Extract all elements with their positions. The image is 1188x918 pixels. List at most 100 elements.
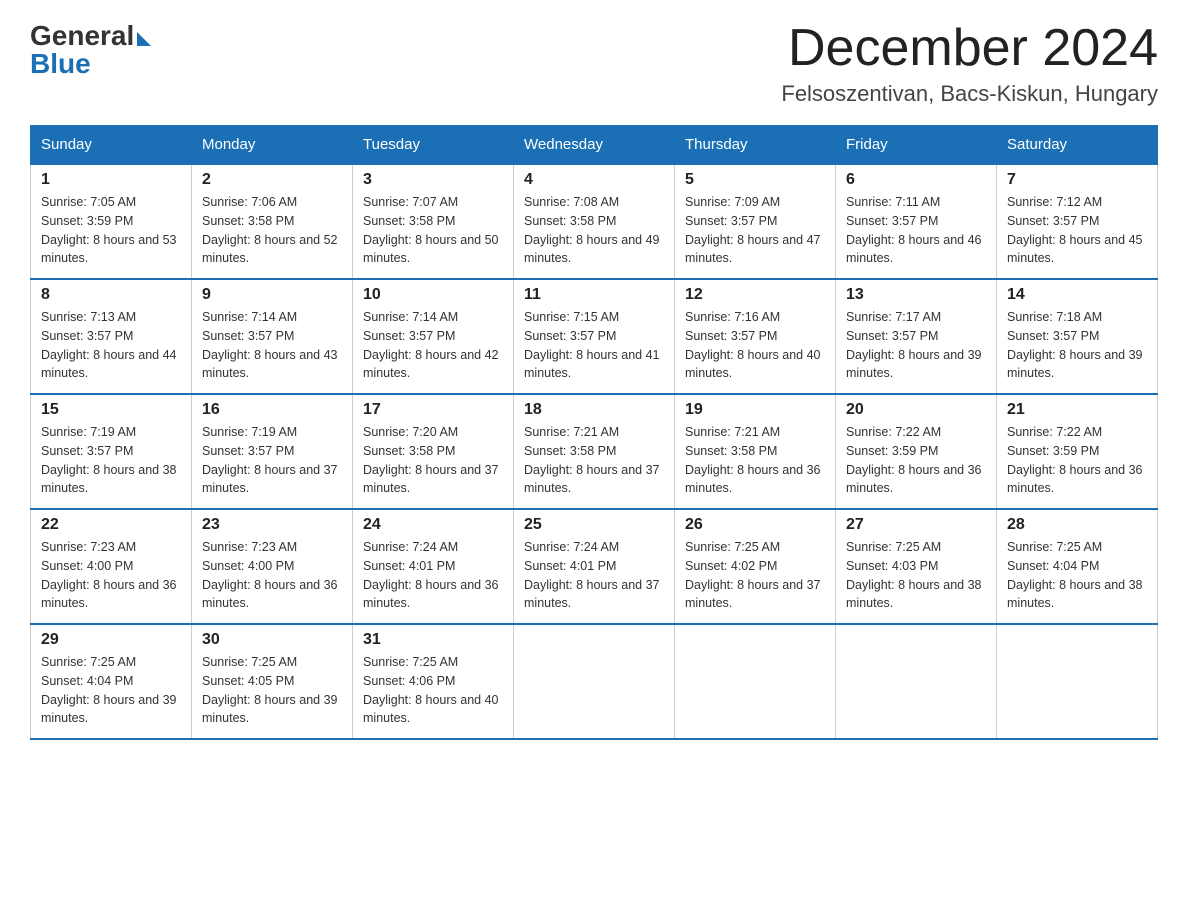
col-wednesday: Wednesday xyxy=(514,126,675,165)
title-section: December 2024 Felsoszentivan, Bacs-Kisku… xyxy=(781,20,1158,107)
col-friday: Friday xyxy=(836,126,997,165)
calendar-table: Sunday Monday Tuesday Wednesday Thursday… xyxy=(30,125,1158,740)
day-info: Sunrise: 7:12 AMSunset: 3:57 PMDaylight:… xyxy=(1007,193,1147,268)
day-number: 30 xyxy=(202,631,342,649)
col-saturday: Saturday xyxy=(997,126,1158,165)
calendar-week-row: 29 Sunrise: 7:25 AMSunset: 4:04 PMDaylig… xyxy=(31,624,1158,739)
table-row: 2 Sunrise: 7:06 AMSunset: 3:58 PMDayligh… xyxy=(192,164,353,279)
calendar-week-row: 1 Sunrise: 7:05 AMSunset: 3:59 PMDayligh… xyxy=(31,164,1158,279)
day-number: 31 xyxy=(363,631,503,649)
day-number: 23 xyxy=(202,516,342,534)
table-row: 9 Sunrise: 7:14 AMSunset: 3:57 PMDayligh… xyxy=(192,279,353,394)
calendar-header-row: Sunday Monday Tuesday Wednesday Thursday… xyxy=(31,126,1158,165)
day-number: 4 xyxy=(524,171,664,189)
table-row: 15 Sunrise: 7:19 AMSunset: 3:57 PMDaylig… xyxy=(31,394,192,509)
day-number: 13 xyxy=(846,286,986,304)
day-info: Sunrise: 7:25 AMSunset: 4:05 PMDaylight:… xyxy=(202,653,342,728)
table-row: 5 Sunrise: 7:09 AMSunset: 3:57 PMDayligh… xyxy=(675,164,836,279)
table-row: 23 Sunrise: 7:23 AMSunset: 4:00 PMDaylig… xyxy=(192,509,353,624)
table-row: 27 Sunrise: 7:25 AMSunset: 4:03 PMDaylig… xyxy=(836,509,997,624)
table-row: 29 Sunrise: 7:25 AMSunset: 4:04 PMDaylig… xyxy=(31,624,192,739)
day-info: Sunrise: 7:08 AMSunset: 3:58 PMDaylight:… xyxy=(524,193,664,268)
day-info: Sunrise: 7:22 AMSunset: 3:59 PMDaylight:… xyxy=(1007,423,1147,498)
day-number: 10 xyxy=(363,286,503,304)
day-number: 17 xyxy=(363,401,503,419)
day-info: Sunrise: 7:23 AMSunset: 4:00 PMDaylight:… xyxy=(41,538,181,613)
table-row: 31 Sunrise: 7:25 AMSunset: 4:06 PMDaylig… xyxy=(353,624,514,739)
day-number: 8 xyxy=(41,286,181,304)
day-number: 18 xyxy=(524,401,664,419)
col-monday: Monday xyxy=(192,126,353,165)
day-number: 22 xyxy=(41,516,181,534)
calendar-week-row: 15 Sunrise: 7:19 AMSunset: 3:57 PMDaylig… xyxy=(31,394,1158,509)
day-info: Sunrise: 7:07 AMSunset: 3:58 PMDaylight:… xyxy=(363,193,503,268)
day-number: 9 xyxy=(202,286,342,304)
day-info: Sunrise: 7:11 AMSunset: 3:57 PMDaylight:… xyxy=(846,193,986,268)
table-row: 11 Sunrise: 7:15 AMSunset: 3:57 PMDaylig… xyxy=(514,279,675,394)
day-info: Sunrise: 7:25 AMSunset: 4:04 PMDaylight:… xyxy=(1007,538,1147,613)
day-info: Sunrise: 7:21 AMSunset: 3:58 PMDaylight:… xyxy=(685,423,825,498)
day-info: Sunrise: 7:15 AMSunset: 3:57 PMDaylight:… xyxy=(524,308,664,383)
day-info: Sunrise: 7:06 AMSunset: 3:58 PMDaylight:… xyxy=(202,193,342,268)
table-row: 12 Sunrise: 7:16 AMSunset: 3:57 PMDaylig… xyxy=(675,279,836,394)
day-info: Sunrise: 7:05 AMSunset: 3:59 PMDaylight:… xyxy=(41,193,181,268)
table-row: 17 Sunrise: 7:20 AMSunset: 3:58 PMDaylig… xyxy=(353,394,514,509)
day-number: 21 xyxy=(1007,401,1147,419)
day-number: 12 xyxy=(685,286,825,304)
col-thursday: Thursday xyxy=(675,126,836,165)
table-row: 20 Sunrise: 7:22 AMSunset: 3:59 PMDaylig… xyxy=(836,394,997,509)
day-number: 26 xyxy=(685,516,825,534)
day-number: 3 xyxy=(363,171,503,189)
day-info: Sunrise: 7:19 AMSunset: 3:57 PMDaylight:… xyxy=(41,423,181,498)
day-info: Sunrise: 7:14 AMSunset: 3:57 PMDaylight:… xyxy=(363,308,503,383)
day-number: 14 xyxy=(1007,286,1147,304)
day-number: 11 xyxy=(524,286,664,304)
table-row: 16 Sunrise: 7:19 AMSunset: 3:57 PMDaylig… xyxy=(192,394,353,509)
table-row: 1 Sunrise: 7:05 AMSunset: 3:59 PMDayligh… xyxy=(31,164,192,279)
logo-triangle-icon xyxy=(137,32,151,46)
day-number: 28 xyxy=(1007,516,1147,534)
table-row: 22 Sunrise: 7:23 AMSunset: 4:00 PMDaylig… xyxy=(31,509,192,624)
day-number: 1 xyxy=(41,171,181,189)
table-row: 30 Sunrise: 7:25 AMSunset: 4:05 PMDaylig… xyxy=(192,624,353,739)
table-row xyxy=(836,624,997,739)
table-row xyxy=(514,624,675,739)
day-info: Sunrise: 7:14 AMSunset: 3:57 PMDaylight:… xyxy=(202,308,342,383)
table-row: 14 Sunrise: 7:18 AMSunset: 3:57 PMDaylig… xyxy=(997,279,1158,394)
day-info: Sunrise: 7:24 AMSunset: 4:01 PMDaylight:… xyxy=(524,538,664,613)
day-info: Sunrise: 7:25 AMSunset: 4:02 PMDaylight:… xyxy=(685,538,825,613)
day-number: 29 xyxy=(41,631,181,649)
day-info: Sunrise: 7:24 AMSunset: 4:01 PMDaylight:… xyxy=(363,538,503,613)
location-title: Felsoszentivan, Bacs-Kiskun, Hungary xyxy=(781,81,1158,107)
day-number: 15 xyxy=(41,401,181,419)
table-row: 13 Sunrise: 7:17 AMSunset: 3:57 PMDaylig… xyxy=(836,279,997,394)
day-number: 27 xyxy=(846,516,986,534)
day-info: Sunrise: 7:25 AMSunset: 4:04 PMDaylight:… xyxy=(41,653,181,728)
day-info: Sunrise: 7:22 AMSunset: 3:59 PMDaylight:… xyxy=(846,423,986,498)
table-row: 26 Sunrise: 7:25 AMSunset: 4:02 PMDaylig… xyxy=(675,509,836,624)
day-number: 6 xyxy=(846,171,986,189)
col-tuesday: Tuesday xyxy=(353,126,514,165)
table-row: 8 Sunrise: 7:13 AMSunset: 3:57 PMDayligh… xyxy=(31,279,192,394)
day-info: Sunrise: 7:25 AMSunset: 4:06 PMDaylight:… xyxy=(363,653,503,728)
table-row: 7 Sunrise: 7:12 AMSunset: 3:57 PMDayligh… xyxy=(997,164,1158,279)
day-info: Sunrise: 7:13 AMSunset: 3:57 PMDaylight:… xyxy=(41,308,181,383)
month-title: December 2024 xyxy=(781,20,1158,77)
logo: General Blue xyxy=(30,20,151,80)
table-row: 10 Sunrise: 7:14 AMSunset: 3:57 PMDaylig… xyxy=(353,279,514,394)
day-info: Sunrise: 7:21 AMSunset: 3:58 PMDaylight:… xyxy=(524,423,664,498)
day-info: Sunrise: 7:18 AMSunset: 3:57 PMDaylight:… xyxy=(1007,308,1147,383)
page-header: General Blue December 2024 Felsoszentiva… xyxy=(30,20,1158,107)
day-info: Sunrise: 7:16 AMSunset: 3:57 PMDaylight:… xyxy=(685,308,825,383)
day-number: 20 xyxy=(846,401,986,419)
table-row: 19 Sunrise: 7:21 AMSunset: 3:58 PMDaylig… xyxy=(675,394,836,509)
day-info: Sunrise: 7:17 AMSunset: 3:57 PMDaylight:… xyxy=(846,308,986,383)
day-number: 5 xyxy=(685,171,825,189)
col-sunday: Sunday xyxy=(31,126,192,165)
table-row: 24 Sunrise: 7:24 AMSunset: 4:01 PMDaylig… xyxy=(353,509,514,624)
calendar-week-row: 22 Sunrise: 7:23 AMSunset: 4:00 PMDaylig… xyxy=(31,509,1158,624)
day-info: Sunrise: 7:25 AMSunset: 4:03 PMDaylight:… xyxy=(846,538,986,613)
day-info: Sunrise: 7:20 AMSunset: 3:58 PMDaylight:… xyxy=(363,423,503,498)
day-number: 7 xyxy=(1007,171,1147,189)
day-number: 25 xyxy=(524,516,664,534)
